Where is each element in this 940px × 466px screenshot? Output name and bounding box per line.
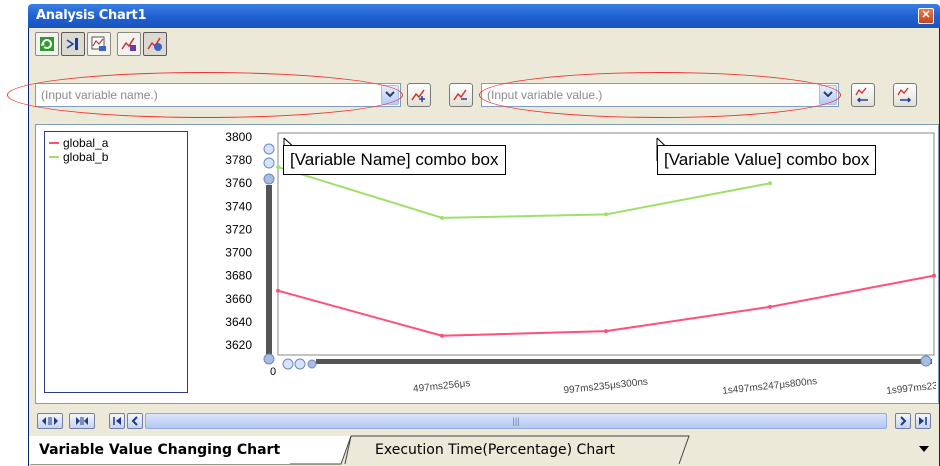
close-button[interactable]: ✕: [918, 8, 934, 24]
data-point-global_b[interactable]: [276, 165, 280, 170]
tab-variable-value-changing-chart[interactable]: Variable Value Changing Chart: [29, 436, 291, 464]
x-tick-label: 997ms235μs300ns: [563, 377, 648, 397]
data-point-global_a[interactable]: [440, 333, 444, 338]
data-point-global_a[interactable]: [276, 288, 280, 293]
chevron-left-icon: [131, 416, 138, 426]
analysis-chart-window: Analysis Chart1 ✕ (Input variable name.)…: [7, 4, 940, 466]
add-chart-icon: [411, 89, 425, 102]
scroll-left-button[interactable]: [127, 413, 143, 429]
previous-value-button[interactable]: [851, 83, 875, 107]
legend-item[interactable]: global_a: [49, 136, 108, 150]
data-point-global_a[interactable]: [604, 329, 608, 334]
legend-color-swatch: [49, 142, 59, 144]
auto-scroll-icon: [66, 38, 78, 50]
zoom-out-icon[interactable]: [263, 157, 275, 169]
scrollbar-thumb[interactable]: |||: [145, 413, 887, 429]
window-title: Analysis Chart1: [36, 8, 147, 23]
y-tick-label: 3720: [225, 222, 252, 236]
add-variable-button[interactable]: [407, 83, 431, 107]
horizontal-scrollbar: |||: [35, 412, 939, 430]
variable-name-highlight: [7, 72, 403, 118]
chevron-right-icon: [900, 416, 907, 426]
legend-label: global_a: [63, 136, 109, 150]
variable-value-highlight: [479, 72, 841, 118]
x-axis-origin-label: 0: [270, 366, 276, 378]
chart-legend: global_a global_b: [44, 131, 188, 393]
expand-icon: [42, 417, 58, 425]
remove-chart-icon: [453, 89, 467, 101]
chart-mode-button[interactable]: [143, 32, 167, 56]
chart-mode-icon: [147, 37, 162, 51]
scroll-left-icon[interactable]: [307, 359, 317, 369]
data-point-global_a[interactable]: [932, 273, 936, 278]
skip-end-icon: [919, 417, 927, 425]
window-body: (Input variable name.) (Input variable v…: [7, 28, 940, 466]
scroll-up-icon[interactable]: [263, 173, 275, 185]
x-tick-label: 1s497ms247μs800ns: [722, 376, 818, 397]
data-point-global_b[interactable]: [604, 212, 608, 217]
y-tick-label: 3620: [225, 338, 252, 352]
tab-list-dropdown-button[interactable]: [913, 442, 929, 458]
legend-item[interactable]: global_b: [49, 150, 108, 164]
y-tick-label: 3680: [225, 269, 252, 283]
legend-label: global_b: [63, 150, 109, 164]
chart-settings-button[interactable]: [87, 32, 111, 56]
scroll-right-icon[interactable]: [920, 355, 932, 367]
data-point-global_b[interactable]: [768, 181, 772, 186]
collapse-button[interactable]: [69, 413, 95, 429]
title-bar: Analysis Chart1 ✕: [28, 4, 940, 28]
h-zoom-out-icon[interactable]: [294, 358, 306, 370]
data-point-global_b[interactable]: [440, 215, 444, 220]
h-zoom-in-icon[interactable]: [282, 358, 294, 370]
scroll-first-button[interactable]: [109, 413, 125, 429]
y-tick-label: 3640: [225, 315, 252, 329]
chart-tabs: Variable Value Changing Chart Execution …: [29, 434, 939, 466]
x-tick-label: 1s997ms236μs100ns: [886, 376, 936, 397]
scroll-right-button[interactable]: [895, 413, 911, 429]
vertical-zoom-slider[interactable]: [266, 185, 272, 357]
search-forward-icon: [897, 87, 912, 103]
y-tick-label: 3740: [225, 199, 252, 213]
chart-zoom-button[interactable]: [117, 32, 141, 56]
refresh-button[interactable]: [35, 32, 59, 56]
y-tick-label: 3760: [225, 176, 252, 190]
scroll-last-button[interactable]: [915, 413, 931, 429]
remove-variable-button[interactable]: [449, 83, 473, 107]
auto-scroll-button[interactable]: [61, 32, 85, 56]
y-tick-label: 3660: [225, 292, 252, 306]
x-tick-label: 497ms256μs: [413, 378, 471, 395]
expand-button[interactable]: [37, 413, 63, 429]
variable-name-callout: [Variable Name] combo box: [283, 145, 506, 175]
skip-start-icon: [113, 417, 121, 425]
search-backward-icon: [855, 87, 868, 103]
collapse-icon: [76, 417, 88, 425]
chart-zoom-icon: [121, 37, 136, 51]
chart-settings-icon: [91, 36, 106, 51]
refresh-icon: [40, 37, 54, 51]
legend-color-swatch: [49, 156, 59, 158]
data-point-global_a[interactable]: [768, 304, 772, 309]
toolbar: [35, 32, 167, 58]
scroll-down-icon[interactable]: [263, 353, 275, 365]
y-tick-label: 3800: [225, 130, 252, 144]
y-tick-label: 3780: [225, 153, 252, 167]
horizontal-zoom-slider[interactable]: [316, 359, 932, 364]
zoom-in-icon[interactable]: [263, 143, 275, 155]
tab-execution-time-percentage-chart[interactable]: Execution Time(Percentage) Chart: [365, 436, 625, 464]
variable-value-callout: [Variable Value] combo box: [657, 145, 877, 175]
next-value-button[interactable]: [893, 83, 917, 107]
y-tick-label: 3700: [225, 246, 252, 260]
